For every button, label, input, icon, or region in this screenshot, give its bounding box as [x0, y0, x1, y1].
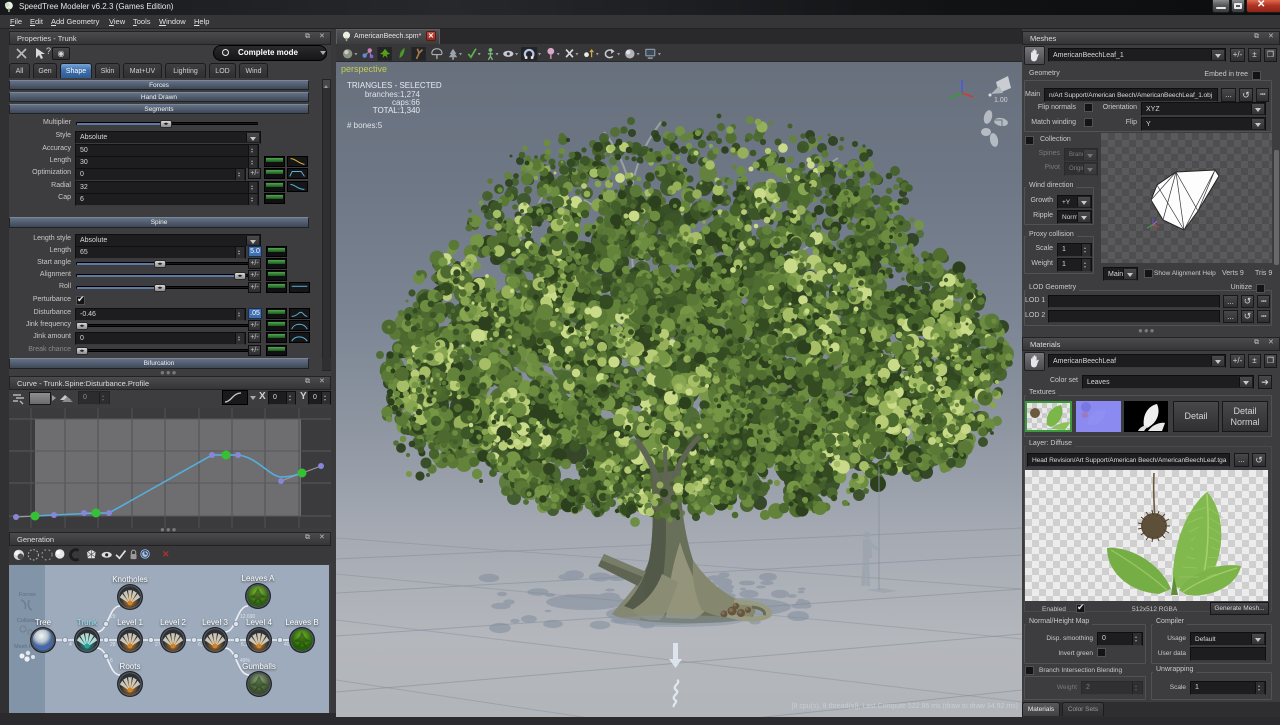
svg-text:?: ?	[46, 46, 51, 56]
svg-text:4: 4	[69, 642, 72, 648]
svg-text:28: 28	[110, 642, 116, 648]
